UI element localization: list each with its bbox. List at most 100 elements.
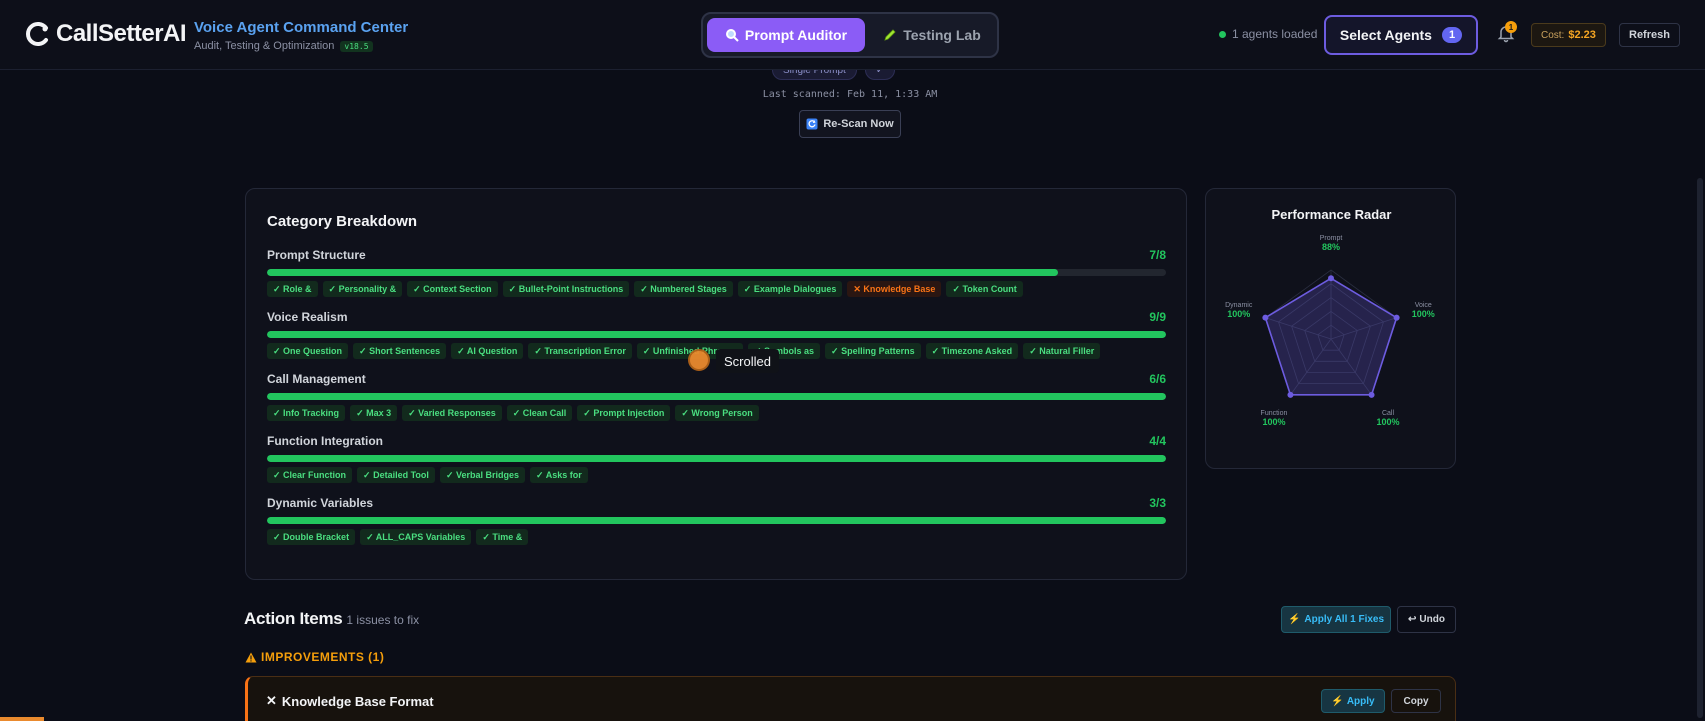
check-pill-pass[interactable]: ✓ Max 3 — [350, 405, 398, 421]
category-header: Function Integration 4/4 — [267, 433, 1166, 449]
radar-axis-value: 100% — [1411, 309, 1435, 320]
radar-axis-value: 88% — [1321, 242, 1340, 252]
check-pill-pass[interactable]: ✓ Personality & — [322, 281, 403, 297]
check-pill-fail[interactable]: ✕ Knowledge Base — [847, 281, 942, 297]
check-pill-pass[interactable]: ✓ Role & — [267, 281, 318, 297]
apply-all-fixes-button[interactable]: ⚡ Apply All 1 Fixes — [1281, 606, 1391, 633]
version-badge: v18.5 — [340, 40, 373, 52]
category-progress-bar — [267, 455, 1166, 462]
category-header: Call Management 6/6 — [267, 371, 1166, 387]
app-subtitle-row: Audit, Testing & Optimization v18.5 — [194, 40, 408, 52]
radar-axis-value: 100% — [1376, 417, 1400, 428]
action-items-title: Action Items — [244, 609, 343, 628]
category-row: Dynamic Variables 3/3 ✓ Double Bracket ✓ AL… — [267, 495, 1166, 545]
select-agents-count: 1 — [1441, 27, 1463, 43]
radar-axis-label: Prompt 88% — [1301, 234, 1361, 252]
check-pill-pass[interactable]: ✓ Spelling Patterns — [825, 343, 921, 359]
check-pill-pass[interactable]: ✓ Context Section — [407, 281, 498, 297]
category-name: Call Management — [267, 372, 366, 386]
check-pill-pass[interactable]: ✓ Clear Function — [267, 467, 353, 483]
scroll-tooltip: Scrolled — [716, 349, 779, 373]
close-x-icon: ✕ — [266, 693, 277, 708]
check-pill-pass[interactable]: ✓ Short Sentences — [353, 343, 447, 359]
check-pill-pass[interactable]: ✓ Bullet-Point Instructions — [502, 281, 630, 297]
check-pill-pass[interactable]: ✓ Numbered Stages — [634, 281, 733, 297]
cost-display: Cost: $2.23 — [1531, 23, 1606, 47]
category-header: Prompt Structure 7/8 — [267, 247, 1166, 263]
pencil-icon — [884, 29, 896, 41]
check-pill-pass[interactable]: ✓ Example Dialogues — [737, 281, 843, 297]
issue-title: ✕ Knowledge Base Format — [266, 693, 434, 709]
check-pill-pass[interactable]: ✓ AI Question — [451, 343, 524, 359]
action-items-count: 1 issues to fix — [346, 613, 420, 627]
radar-axis-name: Voice — [1414, 302, 1432, 310]
category-progress-bar — [267, 517, 1166, 524]
check-pills: ✓ Double Bracket ✓ ALL_CAPS Variables ✓ Ti… — [267, 529, 1166, 545]
category-header: Voice Realism 9/9 — [267, 309, 1166, 325]
undo-button[interactable]: ↩ Undo — [1397, 606, 1456, 633]
check-pill-pass[interactable]: ✓ Natural Filler — [1023, 343, 1101, 359]
app-title: Voice Agent Command Center — [194, 19, 409, 36]
logo-text: CallSetterAI — [56, 20, 187, 47]
check-pill-pass[interactable]: ✓ Transcription Error — [528, 343, 632, 359]
radar-axis-name: Dynamic — [1225, 302, 1253, 310]
logo[interactable]: CallSetterAI — [24, 20, 187, 48]
check-pill-pass[interactable]: ✓ One Question — [267, 343, 349, 359]
check-pill-pass[interactable]: ✓ Clean Call — [506, 405, 573, 421]
radar-axis-value: 100% — [1227, 309, 1251, 320]
radar-axis-value: 100% — [1262, 417, 1286, 428]
category-score: 7/8 — [1149, 248, 1166, 262]
tab-prompt-auditor-label: Prompt Auditor — [744, 27, 848, 43]
rescan-label: Re-Scan Now — [823, 118, 894, 130]
issue-title-text: Knowledge Base Format — [281, 693, 434, 709]
cost-value: $2.23 — [1568, 29, 1596, 41]
check-pill-pass[interactable]: ✓ Double Bracket — [267, 529, 356, 545]
warning-icon — [245, 652, 257, 662]
check-pill-pass[interactable]: ✓ Prompt Injection — [577, 405, 671, 421]
radar-axis-label: Dynamic 100% — [1209, 301, 1269, 319]
category-progress-fill — [267, 393, 1166, 400]
radar-axis-label: Function 100% — [1244, 409, 1304, 427]
check-pill-pass[interactable]: ✓ Varied Responses — [402, 405, 502, 421]
radar-axis-name: Call — [1381, 410, 1395, 418]
page-scrollbar[interactable] — [1697, 178, 1703, 718]
check-pill-pass[interactable]: ✓ Timezone Asked — [925, 343, 1019, 359]
agents-loaded-status: 1 agents loaded — [1219, 27, 1317, 41]
notification-badge: 1 — [1505, 21, 1517, 33]
cost-label: Cost: — [1541, 29, 1565, 41]
check-pills: ✓ Clear Function ✓ Detailed Tool ✓ Verbal … — [267, 467, 1166, 483]
issue-apply-button[interactable]: ⚡ Apply — [1321, 689, 1385, 713]
rescan-button[interactable]: Re-Scan Now — [799, 110, 901, 138]
check-pills: ✓ Role & ✓ Personality & ✓ Context Section… — [267, 281, 1166, 297]
category-breakdown-card: Category Breakdown Prompt Structure 7/8 ✓ … — [245, 188, 1187, 580]
issue-copy-button[interactable]: Copy — [1391, 689, 1441, 713]
check-pill-pass[interactable]: ✓ Detailed Tool — [357, 467, 435, 483]
radar-axis-name: Prompt — [1319, 235, 1343, 242]
check-pill-pass[interactable]: ✓ Info Tracking — [267, 405, 346, 421]
check-pill-pass[interactable]: ✓ ALL_CAPS Variables — [360, 529, 472, 545]
app-title-block: Voice Agent Command Center Audit, Testin… — [194, 19, 408, 52]
corner-indicator — [0, 717, 44, 721]
category-progress-fill — [267, 455, 1166, 462]
tab-testing-lab[interactable]: Testing Lab — [871, 18, 993, 52]
select-agents-button[interactable]: Select Agents 1 — [1324, 15, 1478, 55]
category-row: Function Integration 4/4 ✓ Clear Function ✓… — [267, 433, 1166, 483]
lightning-icon: ⚡ — [1331, 695, 1344, 707]
check-pill-pass[interactable]: ✓ Time & — [476, 529, 529, 545]
category-name: Prompt Structure — [267, 248, 366, 262]
check-pill-pass[interactable]: ✓ Asks for — [530, 467, 588, 483]
category-progress-bar — [267, 393, 1166, 400]
check-pill-pass[interactable]: ✓ Wrong Person — [675, 405, 759, 421]
tab-prompt-auditor[interactable]: Prompt Auditor — [707, 18, 865, 52]
refresh-button[interactable]: Refresh — [1619, 23, 1680, 47]
check-pill-pass[interactable]: ✓ Verbal Bridges — [439, 467, 526, 483]
check-pill-pass[interactable]: ✓ Token Count — [946, 281, 1023, 297]
category-row: Call Management 6/6 ✓ Info Tracking ✓ Max 3… — [267, 371, 1166, 421]
category-progress-fill — [267, 331, 1166, 338]
category-name: Dynamic Variables — [267, 496, 374, 510]
last-scanned: Last scanned: Feb 11, 1:33 AM — [762, 89, 938, 100]
refresh-icon — [806, 118, 818, 130]
top-header: CallSetterAI Voice Agent Command Center … — [0, 0, 1705, 70]
performance-radar-card: Performance Radar Prompt 88% Voice 100% Call… — [1205, 188, 1456, 469]
category-progress-bar — [267, 269, 1166, 276]
